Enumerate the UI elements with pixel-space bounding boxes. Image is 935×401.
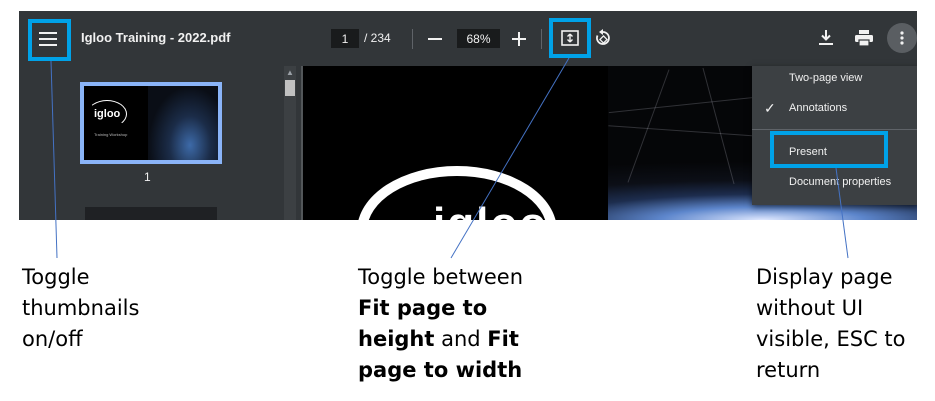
- highlight-fit-button: [549, 18, 591, 58]
- page-total: / 234: [364, 31, 391, 45]
- thumbnail-caption: Training Workshop: [94, 132, 128, 137]
- zoom-out-icon[interactable]: [424, 28, 446, 50]
- zoom-in-icon[interactable]: [508, 28, 530, 50]
- annotation-bold: Fit: [487, 327, 519, 351]
- highlight-menu-button: [28, 19, 71, 61]
- structure-line: [702, 67, 735, 185]
- thumbnail-sidebar: igloo Training Workshop 1 ▲: [19, 66, 301, 220]
- download-icon[interactable]: [816, 27, 836, 49]
- menu-separator: [752, 129, 917, 130]
- annotation-line: Toggle between: [358, 265, 524, 289]
- checkmark-icon: ✓: [764, 100, 776, 116]
- annotation-line: visible, ESC to: [756, 327, 906, 351]
- pdf-viewer: Igloo Training - 2022.pdf 1 / 234 68% ig…: [19, 11, 917, 220]
- print-icon[interactable]: [853, 27, 875, 49]
- annotation-line: on/off: [22, 327, 83, 351]
- annotation-thumbnails: Toggle thumbnails on/off: [22, 262, 162, 355]
- highlight-present-item: [770, 131, 888, 168]
- page-number-input[interactable]: 1: [331, 29, 359, 48]
- menu-item-annotations[interactable]: ✓ Annotations: [752, 100, 917, 122]
- menu-item-label: Two-page view: [789, 72, 863, 84]
- annotation-text: and: [434, 327, 488, 351]
- annotation-bold: page to width: [358, 358, 523, 382]
- scroll-up-arrow-icon[interactable]: ▲: [284, 68, 296, 78]
- annotation-line: Fit page to: [358, 293, 558, 324]
- annotation-fit: Toggle between Fit page to height and Fi…: [358, 262, 558, 386]
- annotation-line: Toggle: [22, 265, 90, 289]
- annotation-line: return: [756, 358, 821, 382]
- menu-item-two-page-view[interactable]: Two-page view: [752, 72, 917, 92]
- annotation-line: Display page: [756, 265, 893, 289]
- annotation-line: page to width: [358, 355, 558, 386]
- annotation-line: height and Fit: [358, 324, 558, 355]
- zoom-level-input[interactable]: 68%: [457, 29, 500, 48]
- toolbar-divider: [541, 29, 542, 49]
- toolbar: Igloo Training - 2022.pdf 1 / 234 68%: [19, 11, 917, 66]
- page-logo-text: igloo: [433, 199, 548, 220]
- annotation-present: Display page without UI visible, ESC to …: [756, 262, 931, 386]
- more-vertical-icon[interactable]: [887, 23, 917, 53]
- toolbar-divider: [412, 29, 413, 49]
- menu-item-document-properties[interactable]: Document properties: [752, 176, 917, 196]
- scrollbar-thumb[interactable]: [285, 80, 295, 96]
- thumbnail-earth-image: [148, 86, 218, 160]
- menu-item-label: Annotations: [789, 102, 848, 114]
- annotation-bold: Fit page to: [358, 296, 488, 320]
- annotation-bold: height: [358, 327, 435, 351]
- rotate-icon[interactable]: [592, 27, 614, 49]
- annotation-line: thumbnails: [22, 296, 140, 320]
- pdf-page-logo-area: igloo: [303, 66, 608, 220]
- annotation-line: without UI: [756, 296, 864, 320]
- page-thumbnail-1[interactable]: igloo Training Workshop: [80, 82, 222, 164]
- thumbnail-logo-text: igloo: [94, 108, 121, 120]
- document-title: Igloo Training - 2022.pdf: [81, 30, 231, 45]
- sidebar-scrollbar[interactable]: ▲: [284, 66, 296, 220]
- thumbnail-logo-panel: igloo Training Workshop: [84, 86, 148, 160]
- thumbnail-page-label: 1: [144, 170, 151, 184]
- page-thumbnail-2[interactable]: [85, 207, 217, 220]
- menu-item-label: Document properties: [789, 176, 892, 188]
